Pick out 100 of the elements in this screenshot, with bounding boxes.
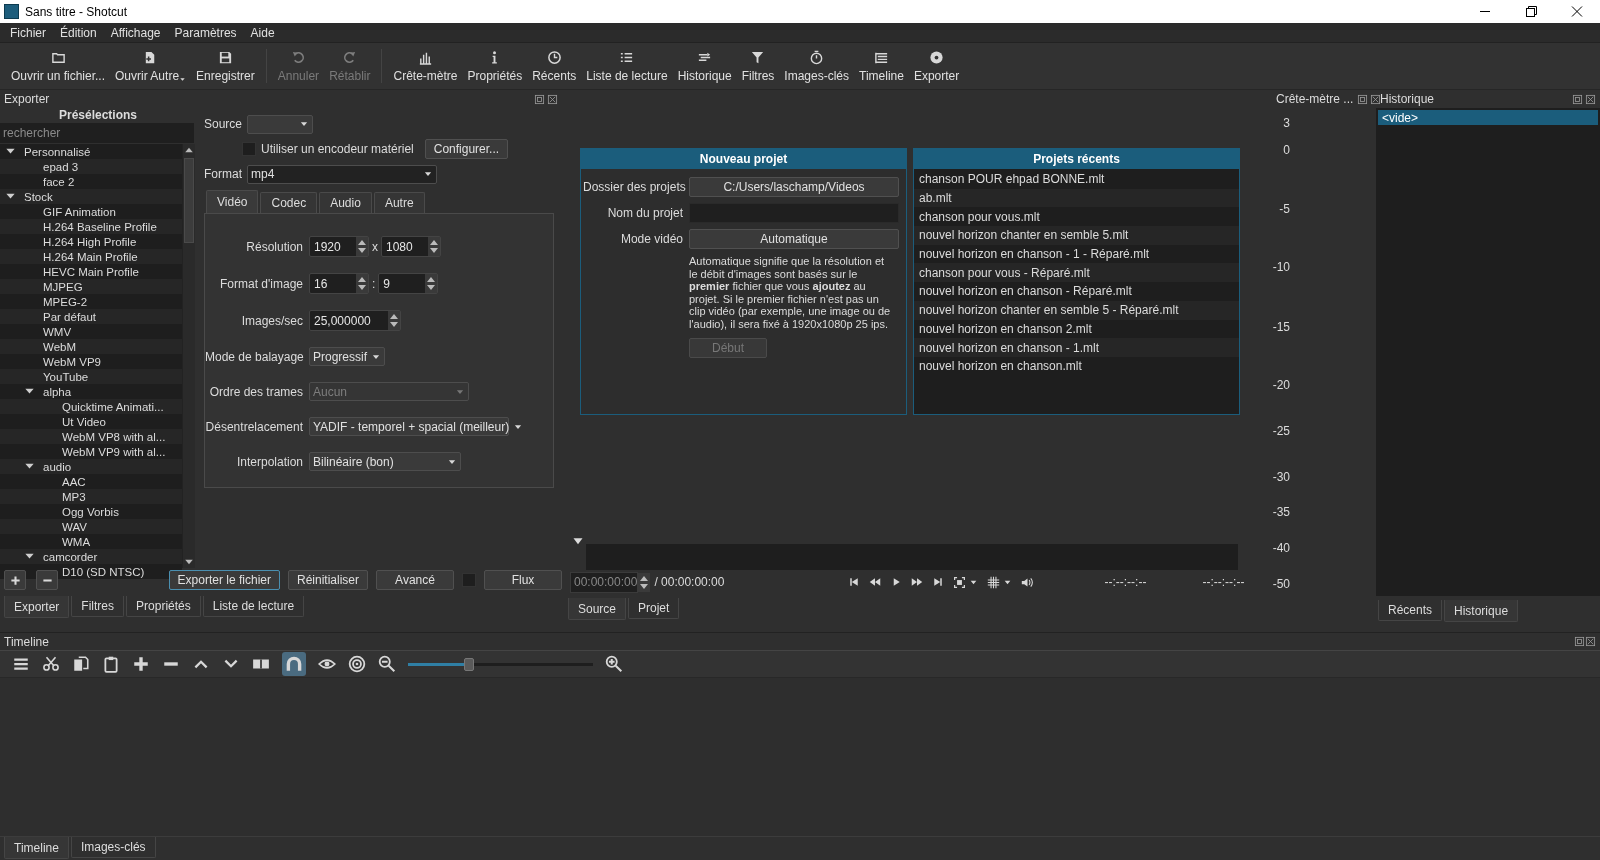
number-spinbox[interactable]: 1080 (381, 236, 441, 257)
spin-arrows-icon[interactable] (638, 572, 651, 592)
recent-project-item[interactable]: nouvel horizon chanter en semble 5 - Réparé.mlt (914, 300, 1239, 320)
recent-project-item[interactable]: chanson pour vous.mlt (914, 207, 1239, 227)
tab[interactable]: Audio (319, 192, 372, 213)
tab[interactable]: Filtres (71, 596, 125, 617)
toolbar-button[interactable]: Récents (527, 46, 582, 86)
menu-item[interactable]: Édition (54, 23, 103, 42)
tab[interactable]: Exporter (4, 596, 70, 618)
action-button[interactable]: Exporter le fichier (168, 570, 280, 590)
configure-button[interactable]: Configurer... (424, 139, 509, 159)
preset-item[interactable]: AAC (62, 475, 86, 488)
recent-project-item[interactable]: chanson POUR ehpad BONNE.mlt (914, 170, 1239, 189)
grid-icon[interactable] (987, 575, 1001, 589)
expander-icon[interactable] (23, 551, 35, 562)
volume-icon[interactable] (1021, 575, 1035, 589)
close-icon[interactable] (1370, 93, 1382, 105)
toolbar-button[interactable]: Ouvrir Autre (110, 46, 192, 86)
toolbar-button[interactable]: Exporter (908, 46, 965, 86)
expander-icon[interactable] (4, 191, 16, 202)
toolbar-button[interactable]: Historique (672, 46, 737, 86)
preset-item[interactable]: WebM (43, 340, 77, 353)
scrollbar-thumb[interactable] (184, 158, 194, 243)
number-spinbox[interactable]: 25,000000 (309, 310, 401, 331)
expander-icon[interactable] (23, 461, 35, 472)
close-icon[interactable] (1585, 93, 1596, 105)
dropdown[interactable]: Progressif (309, 347, 385, 366)
recent-project-item[interactable]: nouvel horizon en chanson - 1 - Réparé.mlt (914, 244, 1239, 264)
preset-item[interactable]: audio (43, 460, 72, 473)
preset-item[interactable]: MJPEG (43, 280, 83, 293)
clipboard-icon[interactable] (102, 655, 120, 673)
target-icon[interactable] (348, 655, 366, 673)
action-button[interactable]: Réinitialiser (287, 570, 368, 590)
remove-button[interactable] (36, 570, 58, 590)
tab[interactable]: Codec (260, 192, 318, 213)
tab[interactable]: Images-clés (70, 837, 156, 858)
tab[interactable]: Liste de lecture (202, 596, 305, 617)
recent-project-item[interactable]: chanson pour vous - Réparé.mlt (914, 263, 1239, 283)
spin-arrows-icon[interactable] (428, 237, 440, 256)
float-icon[interactable] (1574, 636, 1585, 647)
menu-item[interactable]: Aide (244, 23, 281, 42)
toolbar-button[interactable]: Propriétés (462, 46, 528, 86)
recent-project-item[interactable]: nouvel horizon en chanson.mlt (914, 356, 1239, 376)
history-item[interactable]: <vide> (1378, 110, 1598, 125)
preset-item[interactable]: face 2 (43, 175, 75, 188)
tab[interactable]: Propriétés (126, 596, 201, 617)
expander-icon[interactable] (4, 146, 16, 157)
toolbar-button[interactable]: Enregistrer (191, 46, 260, 86)
preset-item[interactable]: Stock (24, 190, 53, 203)
scissors-icon[interactable] (42, 655, 60, 673)
number-spinbox[interactable]: 9 (378, 273, 439, 294)
spin-arrows-icon[interactable] (356, 237, 368, 256)
dropdown[interactable]: mp4 (247, 164, 437, 184)
preset-item[interactable]: alpha (43, 385, 72, 398)
tab[interactable]: Historique (1444, 600, 1519, 622)
skip-end-icon[interactable] (932, 576, 945, 588)
snap-button[interactable] (282, 652, 306, 676)
menu-item[interactable]: Fichier (4, 23, 52, 42)
toolbar-button[interactable]: Ouvrir un fichier... (6, 46, 111, 86)
spin-arrows-icon[interactable] (388, 311, 400, 330)
tab[interactable]: Source (568, 598, 627, 620)
menu-icon[interactable] (12, 655, 30, 673)
tab[interactable]: Projet (628, 598, 680, 619)
action-button[interactable]: Flux (484, 570, 562, 590)
toolbar-button[interactable]: Liste de lecture (581, 46, 673, 86)
float-icon[interactable] (1357, 93, 1369, 105)
number-spinbox[interactable]: 16 (309, 273, 369, 294)
float-icon[interactable] (1572, 93, 1583, 105)
toolbar-button[interactable]: Images-clés (779, 46, 854, 86)
recent-project-item[interactable]: nouvel horizon en chanson - Réparé.mlt (914, 282, 1239, 301)
fast-forward-icon[interactable] (911, 576, 924, 588)
close-icon[interactable] (547, 93, 558, 105)
action-button[interactable]: Avancé (376, 570, 454, 590)
plus-icon[interactable] (132, 655, 150, 673)
menu-item[interactable]: Affichage (104, 23, 167, 42)
toolbar-button[interactable]: Timeline (854, 46, 909, 86)
recent-project-item[interactable]: nouvel horizon en chanson 2.mlt (914, 319, 1239, 339)
add-button[interactable] (4, 570, 26, 590)
skip-start-icon[interactable] (848, 576, 861, 588)
toolbar-button[interactable]: Crête-mètre (388, 46, 463, 86)
float-icon[interactable] (534, 93, 545, 105)
scrollbar[interactable] (182, 144, 195, 568)
spin-arrows-icon[interactable] (356, 274, 368, 293)
dropdown[interactable]: Bilinéaire (bon) (309, 452, 461, 471)
spin-arrows-icon[interactable] (425, 274, 438, 293)
tab[interactable]: Récents (1378, 600, 1443, 621)
number-spinbox[interactable]: 1920 (309, 236, 369, 257)
preset-item[interactable]: WMV (43, 325, 72, 338)
preset-item[interactable]: WAV (62, 520, 87, 533)
preset-item[interactable]: MP3 (62, 490, 86, 503)
preset-item[interactable]: WMA (62, 535, 91, 548)
recent-project-item[interactable]: ab.mlt (914, 188, 1239, 208)
recent-project-item[interactable]: nouvel horizon chanter en semble 5.mlt (914, 226, 1239, 245)
expander-icon[interactable] (23, 386, 35, 397)
folder-button[interactable]: C:/Users/laschamp/Videos (689, 177, 899, 197)
toolbar-button[interactable]: Filtres (736, 46, 780, 86)
recent-project-item[interactable]: nouvel horizon en chanson - 1.mlt (914, 338, 1239, 357)
tab[interactable]: Autre (373, 192, 425, 213)
menu-item[interactable]: Paramètres (168, 23, 243, 42)
zoom-out-icon[interactable] (378, 655, 396, 673)
